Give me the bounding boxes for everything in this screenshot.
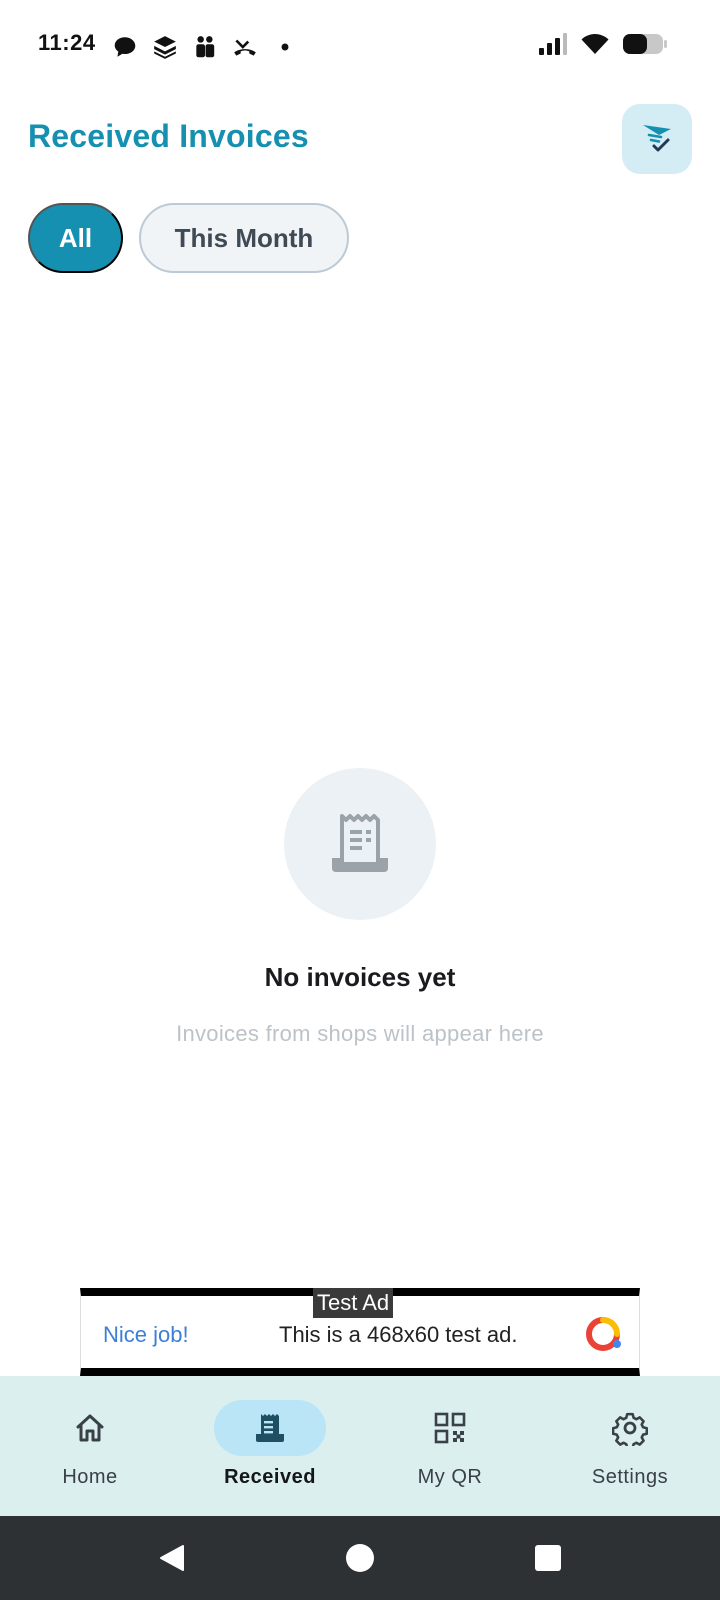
notification-icons [112,34,298,60]
system-back-button[interactable] [154,1540,190,1576]
status-time: 11:24 [38,30,96,55]
receipt-icon [256,1414,284,1442]
system-home-button[interactable] [342,1540,378,1576]
nav-label-received: Received [224,1466,316,1488]
nav-label-settings: Settings [591,1466,669,1488]
ad-logo-icon [586,1317,621,1351]
receipt-icon [332,814,388,872]
ad-headline[interactable]: Nice job! [103,1322,189,1348]
recents-square-icon [535,1545,561,1571]
filter-icon [643,125,671,152]
empty-state-title: No invoices yet [264,962,456,992]
nav-item-home[interactable]: Home [0,1376,180,1516]
battery-icon [623,34,667,54]
home-circle-icon [346,1544,374,1572]
system-nav-bar [0,1516,720,1600]
empty-state-circle [284,768,436,920]
nav-label-my-qr: My QR [417,1466,483,1488]
chat-bubble-icon [114,37,136,57]
nav-item-my-qr[interactable]: My QR [360,1376,540,1516]
people-icon [196,36,215,58]
missed-call-icon [234,39,256,56]
filter-chips: All This Month [28,203,349,273]
qr-code-icon [434,1412,466,1444]
back-triangle-icon [160,1545,184,1571]
ad-banner[interactable]: Test Ad Nice job! This is a 468x60 test … [80,1288,640,1376]
chip-this-month[interactable]: This Month [139,203,349,273]
home-icon [76,1414,104,1442]
ad-label: Test Ad [313,1288,394,1318]
nav-item-received[interactable]: Received [180,1376,360,1516]
status-bar: 11:24 [0,0,720,92]
page-title: Received Invoices [28,118,309,154]
bottom-nav: Home Received My QR Settings [0,1376,720,1516]
cell-signal-icon [539,33,567,55]
wifi-icon [581,34,609,54]
system-status-icons [538,32,668,56]
nav-item-settings[interactable]: Settings [540,1376,720,1516]
ad-body: This is a 468x60 test ad. [279,1322,518,1347]
nav-label-home: Home [62,1466,118,1488]
stack-icon [154,36,176,59]
chip-all[interactable]: All [28,203,123,273]
dot-icon [281,43,289,51]
gear-icon [612,1412,648,1446]
empty-state-subtitle: Invoices from shops will appear here [176,1021,544,1046]
empty-state: No invoices yet Invoices from shops will… [0,768,720,1047]
system-recents-button[interactable] [530,1540,566,1576]
filter-button[interactable] [622,104,692,174]
